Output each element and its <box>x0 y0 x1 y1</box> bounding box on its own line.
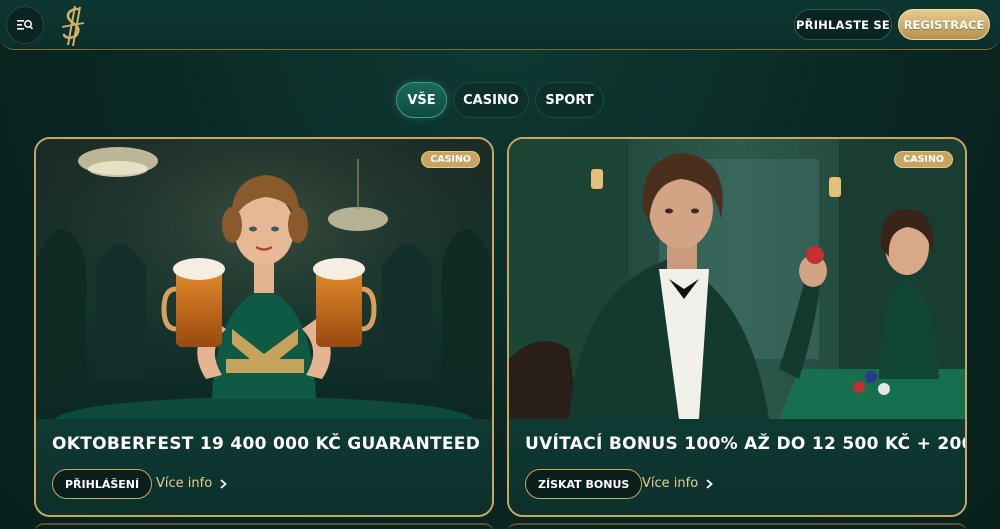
promo-card-oktoberfest[interactable]: CASINO OKTOBERFEST 19 400 000 KČ GUARANT… <box>34 137 494 517</box>
chevron-right-icon <box>220 478 228 489</box>
more-info-label: Více info <box>156 476 213 491</box>
welcome-bonus-promo-image <box>509 139 965 419</box>
card-title: UVÍTACÍ BONUS 100% AŽ DO 12 500 KČ + 200… <box>525 434 967 454</box>
oktoberfest-promo-image <box>36 139 492 419</box>
logo[interactable] <box>56 4 92 48</box>
tab-casino[interactable]: CASINO <box>453 82 529 118</box>
more-info-label: Více info <box>642 476 699 491</box>
promo-card-welcome-bonus[interactable]: CASINO UVÍTACÍ BONUS 100% AŽ DO 12 500 K… <box>507 137 967 517</box>
menu-search-icon <box>17 20 33 30</box>
menu-button[interactable] <box>6 6 44 44</box>
category-tabs: VŠE CASINO SPORT <box>0 82 1000 118</box>
get-bonus-button[interactable]: ZÍSKAT BONUS <box>525 469 643 499</box>
register-button[interactable]: REGISTRACE <box>898 9 990 40</box>
next-card-edge <box>507 523 967 529</box>
login-button[interactable]: PŘIHLASTE SE <box>794 9 892 40</box>
logo-icon <box>61 5 85 47</box>
login-card-button[interactable]: PŘIHLÁŠENÍ <box>52 469 153 499</box>
chevron-right-icon <box>706 478 714 489</box>
more-info-link[interactable]: Více info <box>642 476 714 491</box>
card-title: OKTOBERFEST 19 400 000 KČ GUARANTEED <box>52 434 481 454</box>
more-info-link[interactable]: Více info <box>156 476 228 491</box>
next-card-edge <box>34 523 494 529</box>
tab-sport[interactable]: SPORT <box>535 82 604 118</box>
casino-badge: CASINO <box>421 151 480 168</box>
top-header: PŘIHLASTE SE REGISTRACE <box>0 0 1000 50</box>
tab-all[interactable]: VŠE <box>396 82 447 118</box>
casino-badge: CASINO <box>894 151 953 168</box>
